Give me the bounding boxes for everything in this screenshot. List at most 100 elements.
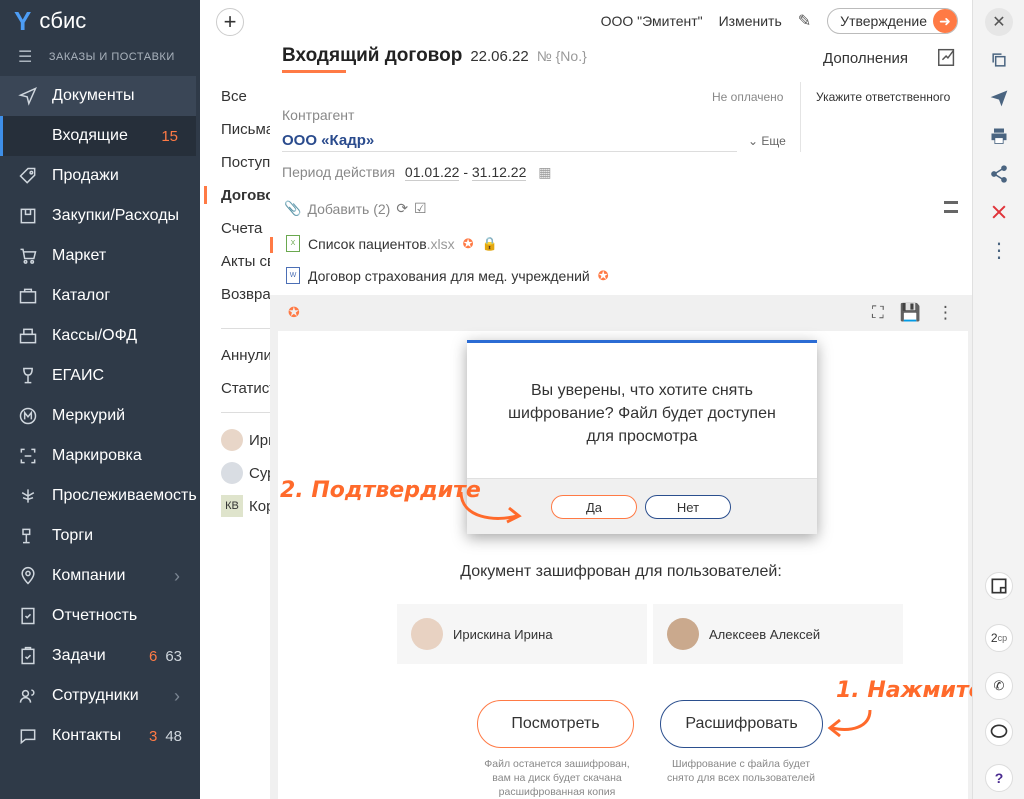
signature-seal-icon: ✪ [462, 235, 474, 251]
nav-item-market[interactable]: Маркет [0, 236, 200, 276]
auction-icon [16, 524, 40, 548]
file-row[interactable]: W Договор страхования для мед. учреждени… [286, 267, 609, 284]
tasks-count-badge: 6 63 [148, 647, 182, 665]
section-switcher[interactable]: ☰ ЗАКАЗЫ И ПОСТАВКИ [0, 42, 200, 72]
paper-plane-icon [16, 84, 40, 108]
location-pin-icon [16, 564, 40, 588]
filter-annulled[interactable]: Аннулированные [221, 347, 270, 364]
person-filter[interactable]: Ирискина Ирина [221, 429, 270, 451]
selected-marker [204, 186, 207, 204]
list-view-icon[interactable] [944, 201, 958, 213]
delete-icon[interactable] [973, 198, 1024, 226]
encrypted-user-card: Алексеев Алексей [653, 604, 903, 664]
period-from[interactable]: 01.01.22 [404, 164, 460, 181]
view-button[interactable]: Посмотреть [477, 700, 634, 748]
filter-statistics[interactable]: Статистика [221, 380, 270, 397]
app-logo[interactable]: Yсбис [0, 0, 200, 42]
more-vertical-icon[interactable]: ⋮ [973, 236, 1024, 264]
phone-icon[interactable]: ✆ [973, 672, 1024, 700]
nav-item-marking[interactable]: Маркировка [0, 436, 200, 476]
refresh-icon[interactable]: ⟳ [396, 200, 408, 217]
confirm-no-button[interactable]: Нет [645, 495, 731, 519]
menu-icon: ☰ [18, 49, 33, 66]
incoming-count-badge: 15 [161, 127, 178, 145]
nav-item-purchases[interactable]: Закупки/Расходы [0, 196, 200, 236]
decrypt-button[interactable]: Расшифровать [660, 700, 823, 748]
filter-contracts[interactable]: Договоры [221, 187, 270, 204]
nav-item-contacts[interactable]: Контакты 3 48 [0, 716, 200, 756]
filter-acts[interactable]: Акты сверки [221, 253, 270, 270]
file-row[interactable]: X Список пациентов.xlsx ✪ 🔒 [286, 235, 498, 252]
avatar [667, 618, 699, 650]
nav-item-mercury[interactable]: Меркурий [0, 396, 200, 436]
add-attachment[interactable]: 📎 Добавить (2) ⟳ ☑ [284, 200, 427, 217]
filter-returns[interactable]: Возвраты [221, 286, 270, 303]
period-to[interactable]: 31.12.22 [471, 164, 527, 181]
dialog-message: Вы уверены, что хотите снять шифрование?… [508, 382, 776, 445]
person-filter[interactable]: КВКормилицын [221, 495, 270, 517]
counterparty-value[interactable]: ООО «Кадр» [282, 132, 374, 149]
confirm-yes-button[interactable]: Да [551, 495, 637, 519]
send-icon[interactable] [973, 84, 1024, 112]
share-icon[interactable] [973, 160, 1024, 188]
document-title-row: Входящий договор 22.06.22 № {No.} [282, 45, 587, 67]
left-navigation: Yсбис ☰ ЗАКАЗЫ И ПОСТАВКИ Документы Входя… [0, 0, 200, 799]
our-organization[interactable]: ООО "Эмитент" [601, 13, 703, 29]
page-title: Входящий договор [282, 45, 463, 66]
chat-icon[interactable] [973, 718, 1024, 746]
document-date[interactable]: 22.06.22 [470, 48, 528, 65]
signature-seal-icon[interactable]: ✪ [288, 304, 300, 321]
divider [221, 412, 270, 413]
nav-item-reporting[interactable]: Отчетность [0, 596, 200, 636]
nav-item-incoming[interactable]: Входящие 15 [0, 116, 196, 156]
extras-link[interactable]: Дополнения [823, 50, 908, 67]
person-filter[interactable]: Суриков [221, 462, 270, 484]
divider [800, 82, 801, 152]
copy-icon[interactable] [973, 46, 1024, 74]
notes-icon[interactable] [973, 572, 1024, 600]
nav-item-companies[interactable]: Компании › [0, 556, 200, 596]
more-vertical-icon[interactable]: ⋮ [937, 303, 954, 323]
create-button[interactable]: + [216, 8, 244, 36]
filter-all[interactable]: Все [221, 88, 247, 105]
payment-status[interactable]: Не оплачено [712, 90, 783, 104]
employees-icon [16, 684, 40, 708]
calendar-date[interactable]: 2 ср [973, 624, 1024, 652]
signature-icon[interactable] [936, 46, 958, 68]
save-icon[interactable]: 💾 [900, 303, 921, 323]
nav-item-cash-registers[interactable]: Кассы/ОФД [0, 316, 200, 356]
help-icon[interactable]: ? [973, 764, 1024, 792]
chevron-right-icon: › [174, 565, 180, 586]
close-icon[interactable]: ✕ [973, 8, 1024, 36]
encrypted-user-card: Ирискина Ирина [397, 604, 647, 664]
filter-letters[interactable]: Письма [221, 121, 270, 138]
print-icon[interactable] [973, 122, 1024, 150]
filter-receipts[interactable]: Поступления [221, 154, 270, 171]
approval-button[interactable]: Утверждение ➜ [827, 8, 958, 34]
selected-marker [270, 237, 273, 253]
nav-item-tenders[interactable]: Торги [0, 516, 200, 556]
nav-item-sales[interactable]: Продажи [0, 156, 200, 196]
document-number[interactable]: № {No.} [537, 48, 587, 64]
avatar [221, 429, 243, 451]
nav-item-catalog[interactable]: Каталог [0, 276, 200, 316]
nav-item-employees[interactable]: Сотрудники › [0, 676, 200, 716]
pencil-icon[interactable]: ✎ [798, 11, 811, 31]
chat-icon [16, 724, 40, 748]
nav-item-traceability[interactable]: Прослеживаемость [0, 476, 200, 516]
more-toggle[interactable]: ⌄ Еще [748, 134, 786, 148]
nav-item-egais[interactable]: ЕГАИС [0, 356, 200, 396]
nav-item-tasks[interactable]: Задачи 6 63 [0, 636, 200, 676]
responsible-link[interactable]: Укажите ответственного [816, 90, 950, 104]
fullscreen-icon[interactable]: ⛶ [872, 303, 884, 323]
title-accent [282, 70, 346, 73]
sign-icon[interactable]: ☑ [414, 200, 427, 217]
plus-icon: + [223, 9, 237, 34]
edit-link[interactable]: Изменить [719, 13, 782, 29]
filter-invoices[interactable]: Счета [221, 220, 262, 237]
decrypt-hint: Шифрование с файла будет снято для всех … [666, 758, 816, 784]
calendar-icon[interactable]: ▦ [538, 164, 551, 180]
paperclip-icon: 📎 [284, 200, 302, 216]
mercury-icon [16, 404, 40, 428]
nav-item-documents[interactable]: Документы [0, 76, 196, 116]
